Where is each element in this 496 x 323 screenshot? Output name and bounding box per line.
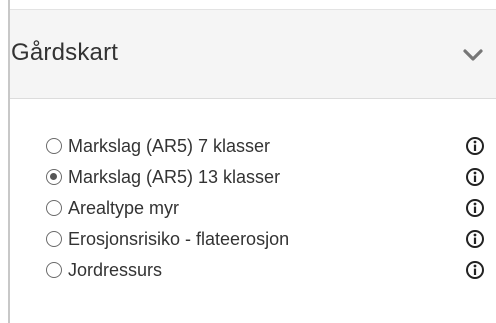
gardskart-panel: Gårdskart Markslag (AR5) 7 klasser Marks… <box>10 9 496 323</box>
info-icon[interactable] <box>465 260 485 280</box>
layer-item-arealtype-myr[interactable]: Arealtype myr <box>10 198 496 229</box>
layer-item-markslag-13[interactable]: Markslag (AR5) 13 klasser <box>10 167 496 198</box>
layer-label: Jordressurs <box>68 260 163 280</box>
layer-panel-frame: Gårdskart Markslag (AR5) 7 klasser Marks… <box>0 0 496 323</box>
layer-radio-selected[interactable] <box>46 169 62 185</box>
panel-title: Gårdskart <box>11 39 119 66</box>
layer-item-erosjonsrisiko[interactable]: Erosjonsrisiko - flateerosjon <box>10 229 496 260</box>
panel-header[interactable]: Gårdskart <box>10 9 496 99</box>
layer-label: Arealtype myr <box>68 198 180 218</box>
info-icon[interactable] <box>465 167 485 187</box>
layer-item-markslag-7[interactable]: Markslag (AR5) 7 klasser <box>10 136 496 167</box>
layer-radio[interactable] <box>46 262 62 278</box>
layer-radio[interactable] <box>46 231 62 247</box>
layer-radio[interactable] <box>46 200 62 216</box>
layer-item-jordressurs[interactable]: Jordressurs <box>10 260 496 291</box>
info-icon[interactable] <box>465 229 485 249</box>
layer-label: Markslag (AR5) 13 klasser <box>68 167 281 187</box>
info-icon[interactable] <box>465 198 485 218</box>
chevron-down-icon[interactable] <box>462 48 484 62</box>
layer-radio[interactable] <box>46 138 62 154</box>
layer-label: Markslag (AR5) 7 klasser <box>68 136 271 156</box>
layer-label: Erosjonsrisiko - flateerosjon <box>68 229 290 249</box>
layer-list: Markslag (AR5) 7 klasser Markslag (AR5) … <box>10 136 496 291</box>
info-icon[interactable] <box>465 136 485 156</box>
